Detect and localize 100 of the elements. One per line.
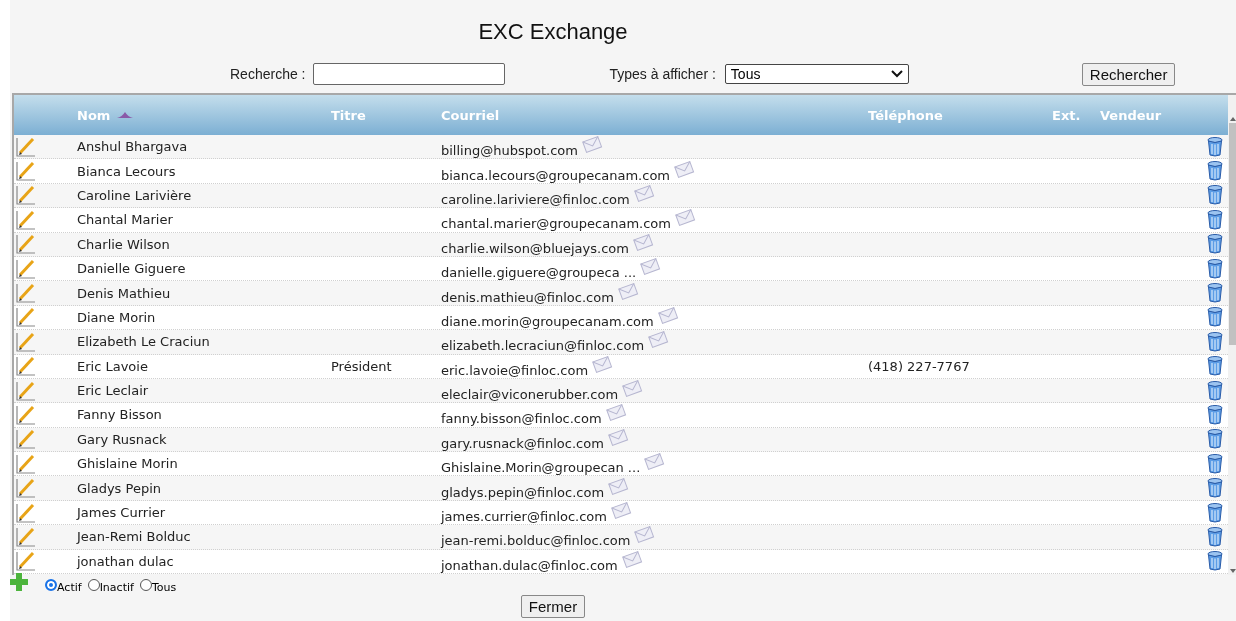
- envelope-icon[interactable]: [606, 427, 629, 446]
- email-cell-text: elizabeth.lecraciun@finloc.com: [441, 337, 645, 354]
- trash-icon[interactable]: [1207, 209, 1223, 230]
- trash-icon[interactable]: [1207, 185, 1223, 206]
- envelope-icon[interactable]: [631, 232, 654, 251]
- name-cell-text: Chantal Marier: [77, 212, 174, 228]
- radio-button[interactable]: [45, 579, 57, 591]
- name-cell-text: Eric Lavoie: [77, 358, 149, 374]
- name-cell-text: jonathan dulac: [77, 553, 175, 569]
- envelope-icon[interactable]: [620, 549, 643, 568]
- trash-icon[interactable]: [1207, 331, 1223, 352]
- trash-icon[interactable]: [1207, 356, 1223, 377]
- edit-pencil-icon[interactable]: [16, 502, 36, 523]
- search-field[interactable]: [313, 63, 506, 85]
- email-cell-text: charlie.wilson@bluejays.com: [441, 239, 629, 256]
- envelope-icon[interactable]: [656, 305, 679, 324]
- name-cell-text: Gladys Pepin: [77, 480, 162, 496]
- trash-icon[interactable]: [1207, 405, 1223, 425]
- name-cell-text: Jean-Remi Bolduc: [77, 529, 192, 545]
- edit-pencil-icon[interactable]: [16, 331, 36, 352]
- search-button[interactable]: Rechercher: [1081, 62, 1176, 86]
- email-cell-text: eleclair@viconerubber.com: [441, 386, 619, 403]
- chevron-icon: [890, 70, 903, 78]
- trash-icon[interactable]: [1207, 234, 1223, 255]
- edit-pencil-icon[interactable]: [16, 453, 36, 474]
- trash-icon[interactable]: [1207, 136, 1223, 157]
- radio-button[interactable]: [87, 579, 100, 591]
- column-header[interactable]: Courriel: [441, 107, 500, 123]
- radio-label: Tous: [151, 580, 177, 594]
- add-plus-icon[interactable]: [10, 573, 28, 591]
- edit-pencil-icon[interactable]: [16, 258, 36, 279]
- trash-icon[interactable]: [1207, 283, 1223, 304]
- email-cell-text: james.currier@finloc.com: [441, 508, 607, 525]
- column-header[interactable]: Téléphone: [868, 107, 943, 123]
- trash-icon[interactable]: [1207, 502, 1223, 523]
- edit-pencil-icon[interactable]: [16, 283, 36, 304]
- trash-icon[interactable]: [1207, 526, 1223, 547]
- types-dropdown[interactable]: Tous: [724, 64, 909, 84]
- name-cell-text: Gary Rusnack: [77, 431, 168, 447]
- edit-pencil-icon[interactable]: [16, 526, 36, 547]
- types-label: Types à afficher :: [609, 66, 716, 82]
- email-cell-text: Ghislaine.Morin@groupecan ...: [441, 459, 641, 476]
- name-cell-text: Ghislaine Morin: [77, 456, 179, 472]
- trash-icon[interactable]: [1207, 161, 1223, 182]
- name-cell-text: James Currier: [77, 505, 167, 521]
- radio-button[interactable]: [139, 579, 152, 591]
- name-cell-text: Anshul Bhargava: [77, 139, 189, 155]
- column-header[interactable]: Ext.: [1052, 107, 1081, 123]
- email-cell-text: gladys.pepin@finloc.com: [441, 483, 605, 500]
- edit-pencil-icon[interactable]: [16, 185, 36, 206]
- trash-icon[interactable]: [1207, 453, 1223, 474]
- edit-pencil-icon[interactable]: [16, 307, 36, 328]
- email-cell-text: diane.morin@groupecanam.com: [441, 312, 654, 329]
- trash-icon[interactable]: [1207, 551, 1223, 572]
- envelope-icon[interactable]: [591, 354, 614, 373]
- edit-pencil-icon[interactable]: [16, 234, 36, 255]
- email-cell-text: fanny.bisson@finloc.com: [441, 410, 602, 427]
- email-cell-text: chantal.marier@groupecanam.com: [441, 215, 671, 232]
- edit-pencil-icon[interactable]: [16, 405, 36, 425]
- radio-label: Inactif: [99, 580, 134, 594]
- email-cell-text: danielle.giguere@groupeca ...: [441, 264, 637, 281]
- edit-pencil-icon[interactable]: [16, 380, 36, 401]
- email-cell-text: jean-remi.bolduc@finloc.com: [441, 532, 631, 549]
- title-cell: Président: [331, 358, 392, 374]
- edit-pencil-icon[interactable]: [16, 209, 36, 230]
- edit-pencil-icon[interactable]: [16, 136, 36, 157]
- envelope-icon[interactable]: [632, 183, 655, 202]
- column-header[interactable]: Vendeur: [1100, 107, 1162, 123]
- trash-icon[interactable]: [1207, 380, 1223, 401]
- envelope-icon[interactable]: [616, 281, 639, 300]
- name-cell-text: Denis Mathieu: [77, 285, 172, 301]
- column-header[interactable]: Nom: [77, 107, 111, 123]
- page-title: EXC Exchange: [477, 18, 629, 46]
- email-cell-text: gary.rusnack@finloc.com: [441, 434, 604, 451]
- name-cell-text: Danielle Giguere: [77, 261, 187, 277]
- trash-icon[interactable]: [1207, 258, 1223, 279]
- column-header[interactable]: Titre: [331, 107, 366, 123]
- trash-icon[interactable]: [1207, 478, 1223, 499]
- trash-icon[interactable]: [1207, 307, 1223, 328]
- name-cell-text: Diane Morin: [77, 309, 157, 325]
- trash-icon[interactable]: [1207, 429, 1223, 450]
- envelope-icon[interactable]: [673, 159, 696, 178]
- close-button[interactable]: Fermer: [520, 595, 586, 618]
- email-cell-text: jonathan.dulac@finloc.com: [441, 556, 618, 573]
- name-cell-text: Charlie Wilson: [77, 236, 171, 252]
- name-cell-text: Caroline Larivière: [77, 187, 193, 203]
- edit-pencil-icon[interactable]: [16, 429, 36, 450]
- phone-cell: (418) 227-7767: [868, 358, 970, 374]
- search-label: Recherche :: [230, 66, 306, 82]
- envelope-icon[interactable]: [610, 501, 632, 520]
- scrollbar[interactable]: [1228, 95, 1236, 575]
- name-cell-text: Bianca Lecours: [77, 163, 177, 179]
- name-cell-text: Eric Leclair: [77, 383, 150, 399]
- email-cell-text: caroline.lariviere@finloc.com: [441, 190, 630, 207]
- edit-pencil-icon[interactable]: [16, 161, 36, 182]
- edit-pencil-icon[interactable]: [16, 551, 36, 572]
- edit-pencil-icon[interactable]: [16, 356, 36, 377]
- scroll-down-icon[interactable]: [1228, 567, 1236, 575]
- envelope-icon[interactable]: [607, 476, 630, 495]
- edit-pencil-icon[interactable]: [16, 478, 36, 499]
